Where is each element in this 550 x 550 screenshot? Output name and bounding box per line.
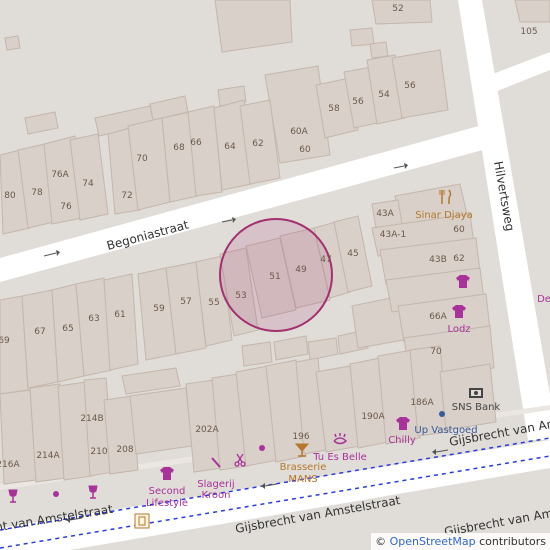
attribution: © OpenStreetMap contributors (371, 533, 550, 550)
house-number: 56 (352, 97, 364, 107)
house-number: 55 (208, 298, 219, 308)
poi-label-slagerij-line1: Slagerij (197, 479, 234, 490)
house-number: 202A (195, 425, 219, 435)
poi-label-up-vastgoed: Up Vastgoed (414, 425, 477, 436)
house-number: 67 (34, 327, 45, 337)
house-number: 54 (378, 90, 390, 100)
poi-label-sinar-djaya: Sinar Djaya (415, 210, 473, 221)
house-number: 65 (62, 324, 73, 334)
house-number: 58 (328, 104, 340, 114)
house-number: 51 (269, 272, 280, 282)
poi-label-slagerij-line2: Kroon (201, 490, 230, 501)
building (129, 387, 193, 455)
house-number: 60 (299, 145, 311, 155)
poi-label-brasserie-line2: MANS (288, 474, 317, 485)
house-number: 66 (190, 138, 202, 148)
house-number: 43B (429, 255, 447, 265)
house-number: 56 (404, 81, 416, 91)
house-number: 69 (0, 336, 10, 346)
house-number: 60 (453, 225, 465, 235)
tram-stop-icon[interactable] (134, 513, 150, 529)
house-number: 74 (82, 179, 94, 189)
house-number: 61 (114, 310, 125, 320)
house-number: 76 (60, 202, 72, 212)
house-number: 59 (153, 304, 165, 314)
building (349, 27, 375, 47)
house-number: 43A (376, 209, 394, 219)
house-number: 47 (320, 255, 331, 265)
office-dot-icon[interactable] (439, 411, 445, 417)
house-number: 105 (520, 27, 537, 37)
building (439, 363, 497, 431)
house-number: 80 (4, 191, 16, 201)
house-number: 214A (36, 451, 60, 461)
poi-label-lodz: Lodz (447, 324, 470, 335)
building (514, 0, 550, 23)
house-number: 70 (430, 347, 442, 357)
bank-icon[interactable] (469, 388, 483, 398)
map-canvas[interactable]: Begoniastraat Hilvertsweg Gijsbrecht van… (0, 0, 550, 550)
house-number: 62 (252, 139, 263, 149)
house-number: 208 (116, 445, 133, 455)
shop-dot-icon[interactable] (53, 491, 59, 497)
house-number: 57 (180, 297, 191, 307)
house-number: 60A (290, 127, 308, 137)
attribution-prefix: © (375, 535, 390, 548)
house-number: 62 (453, 254, 464, 264)
house-number: 70 (136, 154, 148, 164)
attribution-link[interactable]: OpenStreetMap (390, 535, 476, 548)
house-number: 78 (31, 188, 43, 198)
building (103, 273, 139, 371)
house-number: 45 (347, 249, 358, 259)
house-number: 52 (392, 4, 403, 14)
house-number: 53 (235, 291, 246, 301)
poi-label-second-line1: Second (149, 486, 186, 497)
house-number: 49 (295, 265, 307, 275)
house-number: 43A-1 (380, 230, 406, 240)
house-number: 66A (429, 312, 447, 322)
house-number: 72 (121, 191, 132, 201)
poi-label-brasserie-line1: Brasserie (280, 462, 327, 473)
poi-label-second-line2: Lifestyle (146, 498, 188, 509)
shop-dot-icon[interactable] (259, 445, 265, 451)
house-number: 190A (361, 412, 385, 422)
house-number: 68 (173, 143, 185, 153)
house-number: 76A (51, 170, 69, 180)
poi-label-chilly: Chilly (388, 435, 416, 446)
attribution-suffix: contributors (475, 535, 546, 548)
building (4, 35, 21, 51)
poi-label-edge: De (537, 294, 550, 305)
house-number: 216A (0, 460, 21, 470)
house-number: 186A (410, 398, 434, 408)
building (241, 341, 273, 367)
house-number: 214B (80, 414, 103, 424)
building (369, 41, 389, 59)
house-number: 210 (90, 447, 107, 457)
house-number: 196 (292, 432, 309, 442)
poi-label-sns-bank: SNS Bank (452, 402, 501, 413)
house-number: 63 (88, 314, 99, 324)
building (391, 49, 449, 119)
house-number: 64 (224, 142, 236, 152)
